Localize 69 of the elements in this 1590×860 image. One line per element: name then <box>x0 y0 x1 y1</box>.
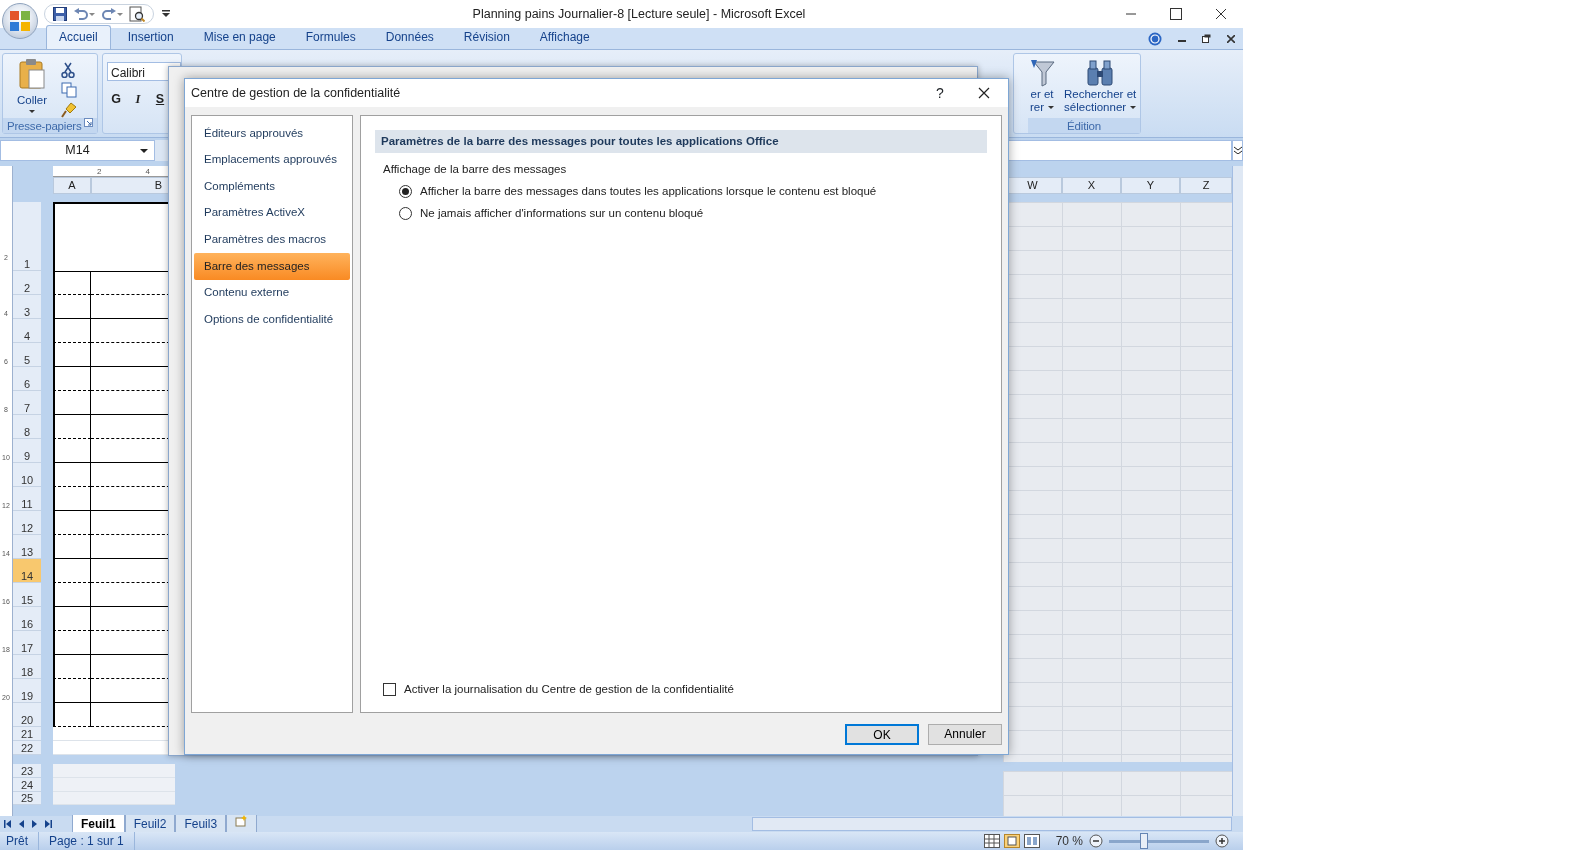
radio-label[interactable]: Ne jamais afficher d'informations sur un contenu bloqué <box>420 204 704 222</box>
row-header[interactable]: 18 <box>13 655 41 679</box>
ribbon-tab[interactable]: Données <box>372 25 447 49</box>
column-header[interactable]: Z <box>1180 177 1232 194</box>
nav-item[interactable]: Emplacements approuvés <box>194 146 350 174</box>
font-style-button[interactable]: S <box>151 89 169 109</box>
nav-item[interactable]: Compléments <box>194 173 350 200</box>
dialog-title: Centre de gestion de la confidentialité <box>191 84 402 102</box>
nav-item[interactable]: Contenu externe <box>194 279 350 307</box>
nav-item[interactable]: Paramètres des macros <box>194 226 350 253</box>
dialog-button[interactable]: Annuler <box>928 723 1002 745</box>
help-button[interactable]: ? <box>920 81 960 105</box>
column-header[interactable]: A <box>53 177 91 194</box>
paste-button[interactable]: Coller <box>7 58 57 118</box>
row-header[interactable]: 23 <box>13 764 41 778</box>
column-header[interactable]: X <box>1062 177 1121 194</box>
ribbon-tab[interactable]: Mise en page <box>190 25 289 49</box>
row-header[interactable]: 4 <box>13 319 41 343</box>
column-header[interactable]: Y <box>1121 177 1180 194</box>
sort-filter-button[interactable]: er et rer <box>1028 58 1056 118</box>
row-header[interactable]: 11 <box>13 487 41 511</box>
row-header[interactable]: 25 <box>13 792 41 805</box>
group-label: Affichage de la barre des messages <box>383 162 568 178</box>
row-header[interactable]: 1 <box>13 202 41 271</box>
dialog-button[interactable]: OK <box>845 723 919 745</box>
radio-label[interactable]: Afficher la barre des messages dans toutes les applications lorsque le contenu est bloqué <box>420 182 877 200</box>
row-header[interactable]: 3 <box>13 295 41 319</box>
ruler-number: 4 <box>145 167 150 176</box>
ribbon-tab[interactable]: Affichage <box>526 25 603 49</box>
row-header[interactable]: 12 <box>13 511 41 535</box>
nav-item[interactable]: Éditeurs approuvés <box>194 120 350 147</box>
status-text: Prêt <box>0 832 39 850</box>
row-header[interactable]: 15 <box>13 583 41 607</box>
find-select-button[interactable]: Rechercher et sélectionner <box>1064 58 1137 118</box>
ribbon-tab[interactable]: Accueil <box>46 25 111 49</box>
row-header[interactable]: 20 <box>13 703 41 727</box>
group-label: Presse-papiers <box>7 119 82 133</box>
row-header[interactable]: 22 <box>13 741 41 755</box>
row-header[interactable]: 2 <box>13 271 41 295</box>
font-style-button[interactable]: G <box>107 89 125 109</box>
window-title: Planning pains Journalier-8 [Lecture seule] - Microsoft Excel <box>471 5 807 23</box>
nav-item[interactable]: Options de confidentialité <box>194 306 350 333</box>
row-header[interactable]: 13 <box>13 535 41 559</box>
group-label: Édition <box>1028 118 1140 133</box>
status-text: Page : 1 sur 1 <box>39 832 135 850</box>
row-header[interactable]: 16 <box>13 607 41 631</box>
row-header[interactable]: 8 <box>13 415 41 439</box>
nav-item[interactable]: Paramètres ActiveX <box>194 199 350 227</box>
ribbon-tab[interactable]: Révision <box>450 25 523 49</box>
name-box[interactable]: M14 <box>0 140 155 161</box>
row-header[interactable]: 17 <box>13 631 41 655</box>
row-header[interactable]: 9 <box>13 439 41 463</box>
row-header[interactable]: 21 <box>13 727 41 741</box>
ribbon-tab[interactable]: Insertion <box>114 25 187 49</box>
row-header[interactable]: 14 <box>13 559 41 583</box>
checkbox-label[interactable]: Activer la journalisation du Centre de gestion de la confidentialité <box>404 680 734 698</box>
section-title: Paramètres de la barre des messages pour toutes les applications Office <box>375 130 987 154</box>
ribbon-tab[interactable]: Formules <box>292 25 369 49</box>
row-header[interactable]: 10 <box>13 463 41 487</box>
row-header[interactable]: 24 <box>13 778 41 792</box>
sheet-tab[interactable]: Feuil1 <box>72 814 125 834</box>
row-header[interactable]: 6 <box>13 367 41 391</box>
row-header[interactable]: 19 <box>13 679 41 703</box>
ruler-number: 2 <box>97 167 102 176</box>
row-header[interactable]: 7 <box>13 391 41 415</box>
zoom-level[interactable]: 70 % <box>1055 832 1083 850</box>
nav-item[interactable]: Barre des messages <box>194 252 350 280</box>
font-style-button[interactable]: I <box>129 89 147 109</box>
row-header[interactable]: 5 <box>13 343 41 367</box>
